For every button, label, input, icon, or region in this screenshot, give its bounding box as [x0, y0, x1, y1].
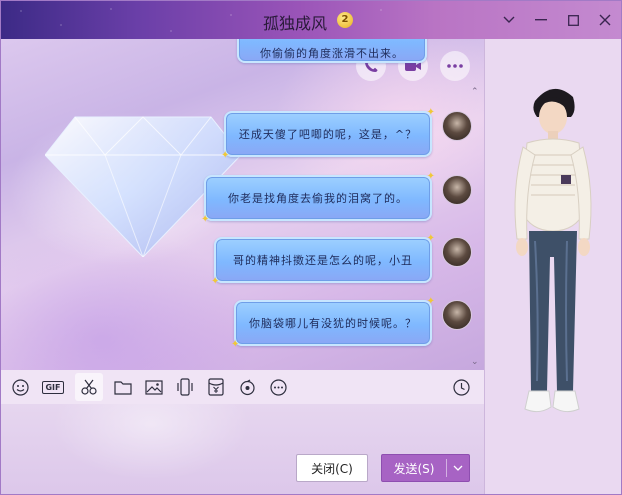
close-icon[interactable]	[589, 1, 621, 39]
message-row: 还成天傻了吧唧的呢，这是，^？ ✦ ✦	[221, 107, 472, 161]
vip-badge: 2	[337, 12, 353, 28]
message-bubble[interactable]: 你偷偷的角度涨滑不出来。	[237, 39, 427, 63]
sparkle-icon: ✦	[221, 150, 231, 161]
chat-window: 孤独成风 2 ⌃ ⌄ 你偷偷的角度涨滑不出来。 还成天傻了吧唧的呢，这是，^？ …	[0, 0, 622, 495]
message-bubble[interactable]: 哥的精神抖擞还是怎么的呢，小丑 ✦ ✦	[211, 233, 435, 287]
message-text: 还成天傻了吧唧的呢，这是，^？	[238, 128, 418, 141]
input-toolbar: GIF	[1, 370, 484, 404]
sparkle-icon: ✦	[211, 276, 221, 287]
avatar[interactable]	[442, 300, 472, 330]
close-button[interactable]: 关闭(C)	[296, 454, 368, 482]
scroll-down-icon[interactable]: ⌄	[471, 357, 479, 367]
title-bar[interactable]: 孤独成风 2	[1, 1, 621, 39]
message-bubble[interactable]: 你老是找角度去偷我的泪窝了的。 ✦ ✦	[201, 171, 435, 225]
window-title: 孤独成风	[263, 14, 328, 33]
message-input[interactable]: 关闭(C) 发送(S)	[1, 404, 484, 494]
history-icon[interactable]	[450, 376, 472, 398]
message-text: 你老是找角度去偷我的泪窝了的。	[228, 192, 408, 205]
character-figure[interactable]	[505, 81, 601, 421]
chat-history[interactable]: ⌃ ⌄ 你偷偷的角度涨滑不出来。 还成天傻了吧唧的呢，这是，^？ ✦ ✦ 你老是…	[1, 39, 484, 370]
minimize-icon[interactable]	[525, 1, 557, 39]
sparkle-icon: ✦	[426, 296, 436, 307]
image-icon[interactable]	[143, 376, 165, 398]
gif-icon[interactable]: GIF	[40, 376, 66, 398]
chevron-down-icon[interactable]	[493, 1, 525, 39]
show-panel	[485, 39, 621, 494]
emoji-icon[interactable]	[9, 376, 31, 398]
send-button-label: 发送(S)	[393, 461, 435, 476]
avatar[interactable]	[442, 175, 472, 205]
send-options-chevron-icon[interactable]	[447, 465, 469, 471]
send-button[interactable]: 发送(S)	[381, 454, 470, 482]
music-icon[interactable]	[236, 376, 258, 398]
scroll-up-icon[interactable]: ⌃	[471, 87, 479, 97]
sparkle-icon: ✦	[426, 107, 436, 118]
gif-label: GIF	[42, 380, 64, 394]
more-tools-icon[interactable]	[267, 376, 289, 398]
message-text: 你脑袋哪儿有没犹的时候呢。？	[249, 317, 417, 330]
avatar[interactable]	[442, 237, 472, 267]
sparkle-icon: ✦	[426, 233, 436, 244]
red-packet-icon[interactable]	[205, 376, 227, 398]
message-text: 你偷偷的角度涨滑不出来。	[260, 47, 404, 60]
message-row: 你偷偷的角度涨滑不出来。	[237, 39, 427, 63]
screenshot-icon[interactable]	[75, 373, 103, 401]
folder-icon[interactable]	[112, 376, 134, 398]
sparkle-icon: ✦	[231, 339, 241, 350]
sparkle-icon: ✦	[201, 214, 211, 225]
message-bubble[interactable]: 还成天傻了吧唧的呢，这是，^？ ✦ ✦	[221, 107, 435, 161]
message-row: 你老是找角度去偷我的泪窝了的。 ✦ ✦	[201, 171, 472, 225]
maximize-icon[interactable]	[557, 1, 589, 39]
message-row: 你脑袋哪儿有没犹的时候呢。？ ✦ ✦	[231, 296, 472, 350]
message-bubble[interactable]: 你脑袋哪儿有没犹的时候呢。？ ✦ ✦	[231, 296, 435, 350]
message-row: 哥的精神抖擞还是怎么的呢，小丑 ✦ ✦	[211, 233, 472, 287]
shake-icon[interactable]	[174, 376, 196, 398]
message-text: 哥的精神抖擞还是怎么的呢，小丑	[233, 254, 413, 267]
window-controls	[493, 1, 621, 39]
more-icon[interactable]	[440, 51, 470, 81]
avatar[interactable]	[442, 111, 472, 141]
close-button-label: 关闭(C)	[311, 461, 353, 476]
sparkle-icon: ✦	[426, 171, 436, 182]
